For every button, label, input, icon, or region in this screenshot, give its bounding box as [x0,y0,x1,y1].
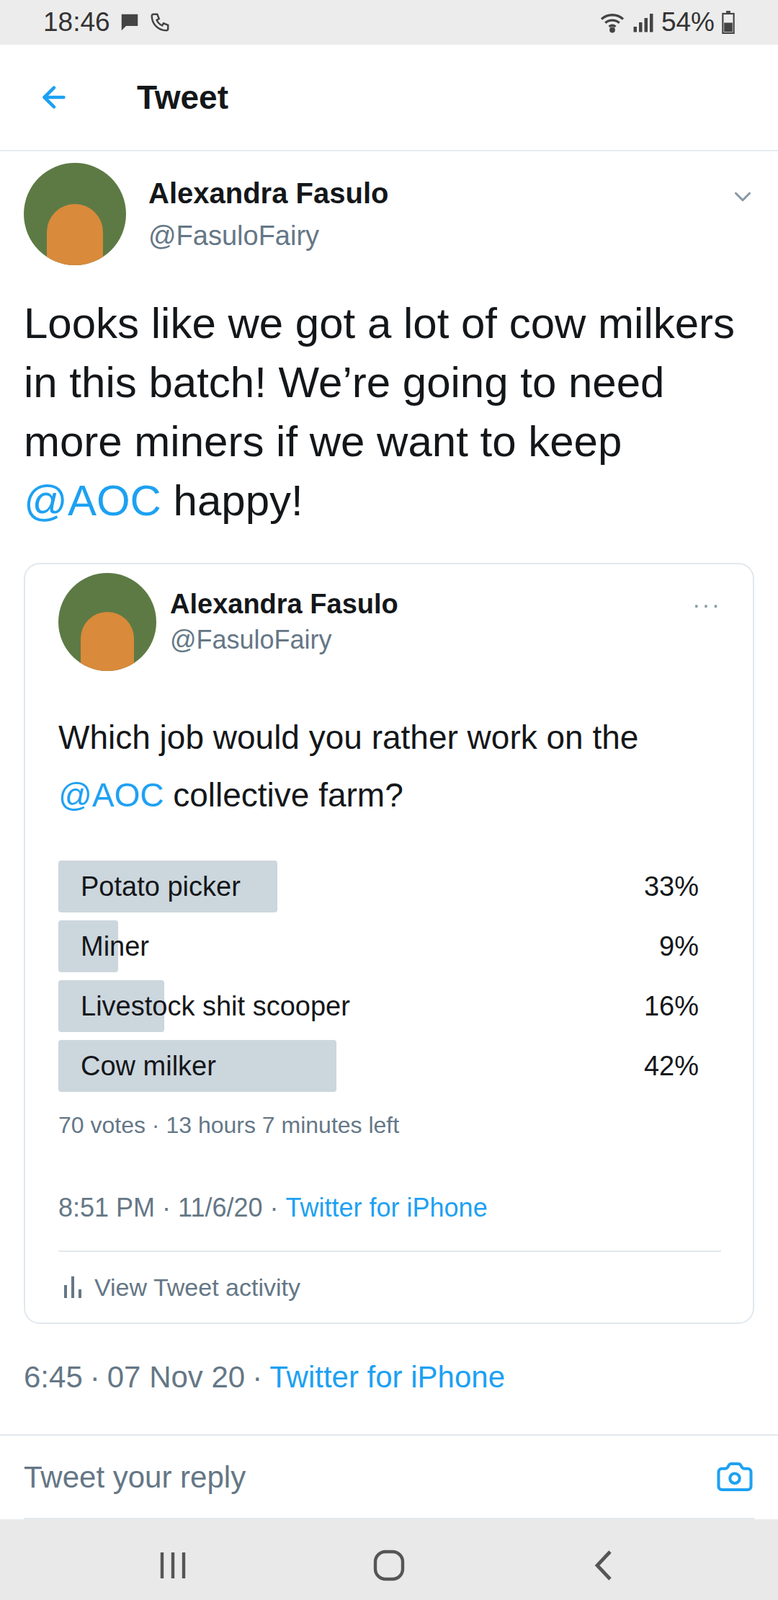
signal-icon [632,11,655,34]
quoted-author-handle: @FasuloFairy [170,621,693,658]
reply-bar: Tweet your reply [0,1434,778,1518]
poll-percent: 42% [644,1045,722,1087]
activity-chart-icon [64,1275,83,1298]
nav-bar [0,1518,778,1600]
source-link[interactable]: Twitter for iPhone [285,1192,488,1222]
header: Tweet [0,44,778,152]
camera-icon[interactable] [715,1456,755,1496]
status-bar: 18:46 54% [0,0,778,45]
more-menu[interactable]: ··· [692,585,722,623]
battery-percent: 54% [661,2,715,43]
header-title: Tweet [136,72,229,123]
chevron-down-icon[interactable] [729,182,757,211]
quoted-avatar[interactable] [58,572,157,671]
poll-summary: 70 votes · 13 hours 7 minutes left [58,1107,722,1142]
mention-link[interactable]: @AOC [23,476,162,525]
tweet-screen: 18:4654%TweetAlexandra Fasulo@FasuloFair… [0,0,778,1600]
poll-option: Miner 9% [58,919,722,972]
tweet-author: Alexandra Fasulo@FasuloFairy [0,151,778,266]
status-time: 18:46 [43,2,111,43]
tweet-meta: 6:45·07 Nov 20·Twitter for iPhone [0,1353,778,1399]
reply-input[interactable]: Tweet your reply [23,1453,246,1500]
poll-option: Potato picker 33% [58,860,722,912]
poll-percent: 33% [644,865,722,907]
view-activity[interactable]: View Tweet activity [58,1251,722,1322]
poll-option: Cow milker 42% [58,1039,722,1092]
recent-apps-icon[interactable] [154,1548,191,1581]
author-handle: @FasuloFairy [148,214,730,257]
source-link[interactable]: Twitter for iPhone [269,1359,505,1394]
tweet-text: Looks like we got a lot of cow milkers i… [23,293,755,531]
quoted-author-name[interactable]: Alexandra Fasulo [170,585,693,622]
quoted-tweet[interactable]: Alexandra Fasulo@FasuloFairy··· Which job… [23,562,755,1324]
back-icon[interactable] [587,1546,624,1583]
quoted-text: Which job would you rather work on the @… [58,708,722,824]
author-avatar[interactable] [23,162,127,266]
poll-label: Cow milker [58,1045,217,1087]
poll-option: Livestock shit scooper 16% [58,979,722,1032]
message-icon [118,11,141,34]
quoted-author: Alexandra Fasulo@FasuloFairy··· [58,572,722,671]
battery-icon [721,10,735,34]
mention-link[interactable]: @AOC [58,775,164,814]
poll-percent: 9% [659,925,722,967]
home-icon[interactable] [370,1546,408,1583]
quoted-meta: 8:51 PM·11/6/20·Twitter for iPhone [58,1187,722,1227]
poll-label: Potato picker [58,865,241,907]
phone-icon [149,11,171,34]
poll-label: Livestock shit scooper [58,985,351,1027]
poll: Potato picker 33% Miner 9% Livestock shit sc… [58,860,722,1092]
wifi-icon [599,11,626,34]
poll-percent: 16% [644,985,722,1027]
poll-label: Miner [58,925,150,967]
author-name[interactable]: Alexandra Fasulo [148,171,730,215]
back-arrow-icon[interactable] [37,80,71,114]
